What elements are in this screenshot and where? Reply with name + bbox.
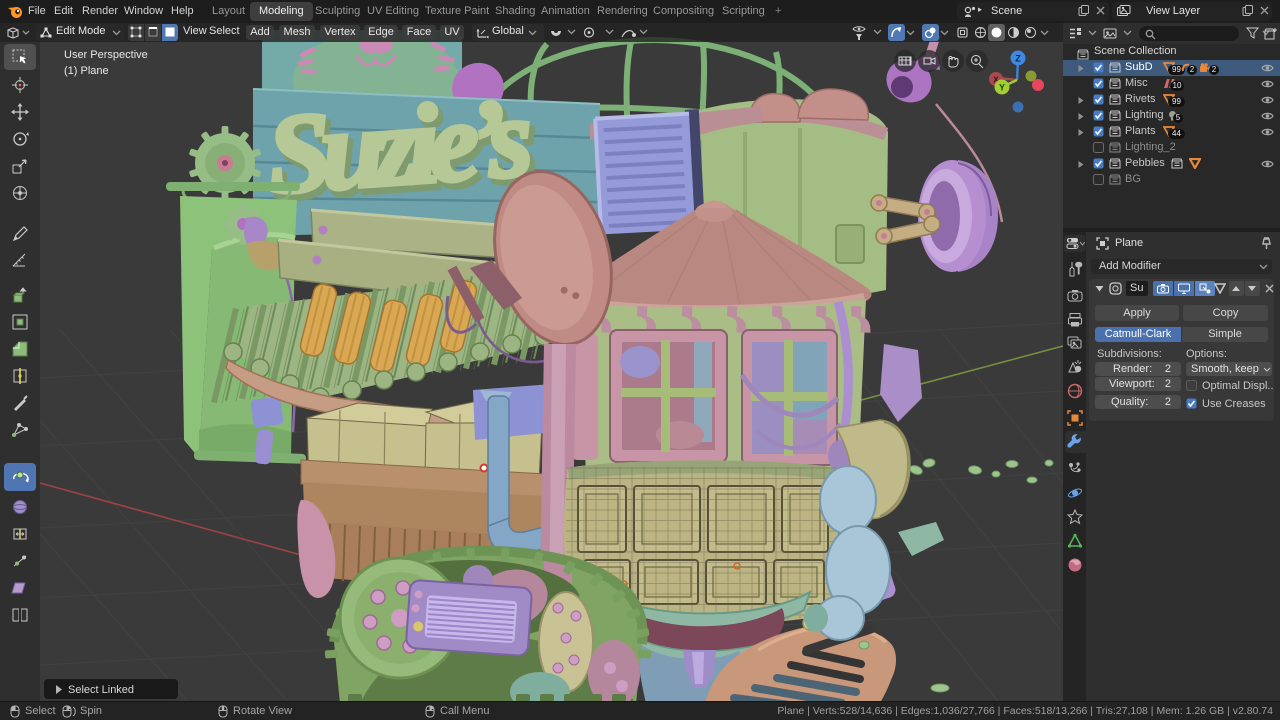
svg-text:(1) Plane: (1) Plane bbox=[64, 65, 109, 77]
svg-text:Suzie’s: Suzie’s bbox=[264, 75, 534, 218]
svg-text:Select Linked: Select Linked bbox=[68, 684, 134, 696]
svg-text:Z: Z bbox=[1015, 54, 1021, 64]
svg-text:User Perspective: User Perspective bbox=[64, 49, 148, 61]
svg-text:Y: Y bbox=[999, 83, 1005, 93]
